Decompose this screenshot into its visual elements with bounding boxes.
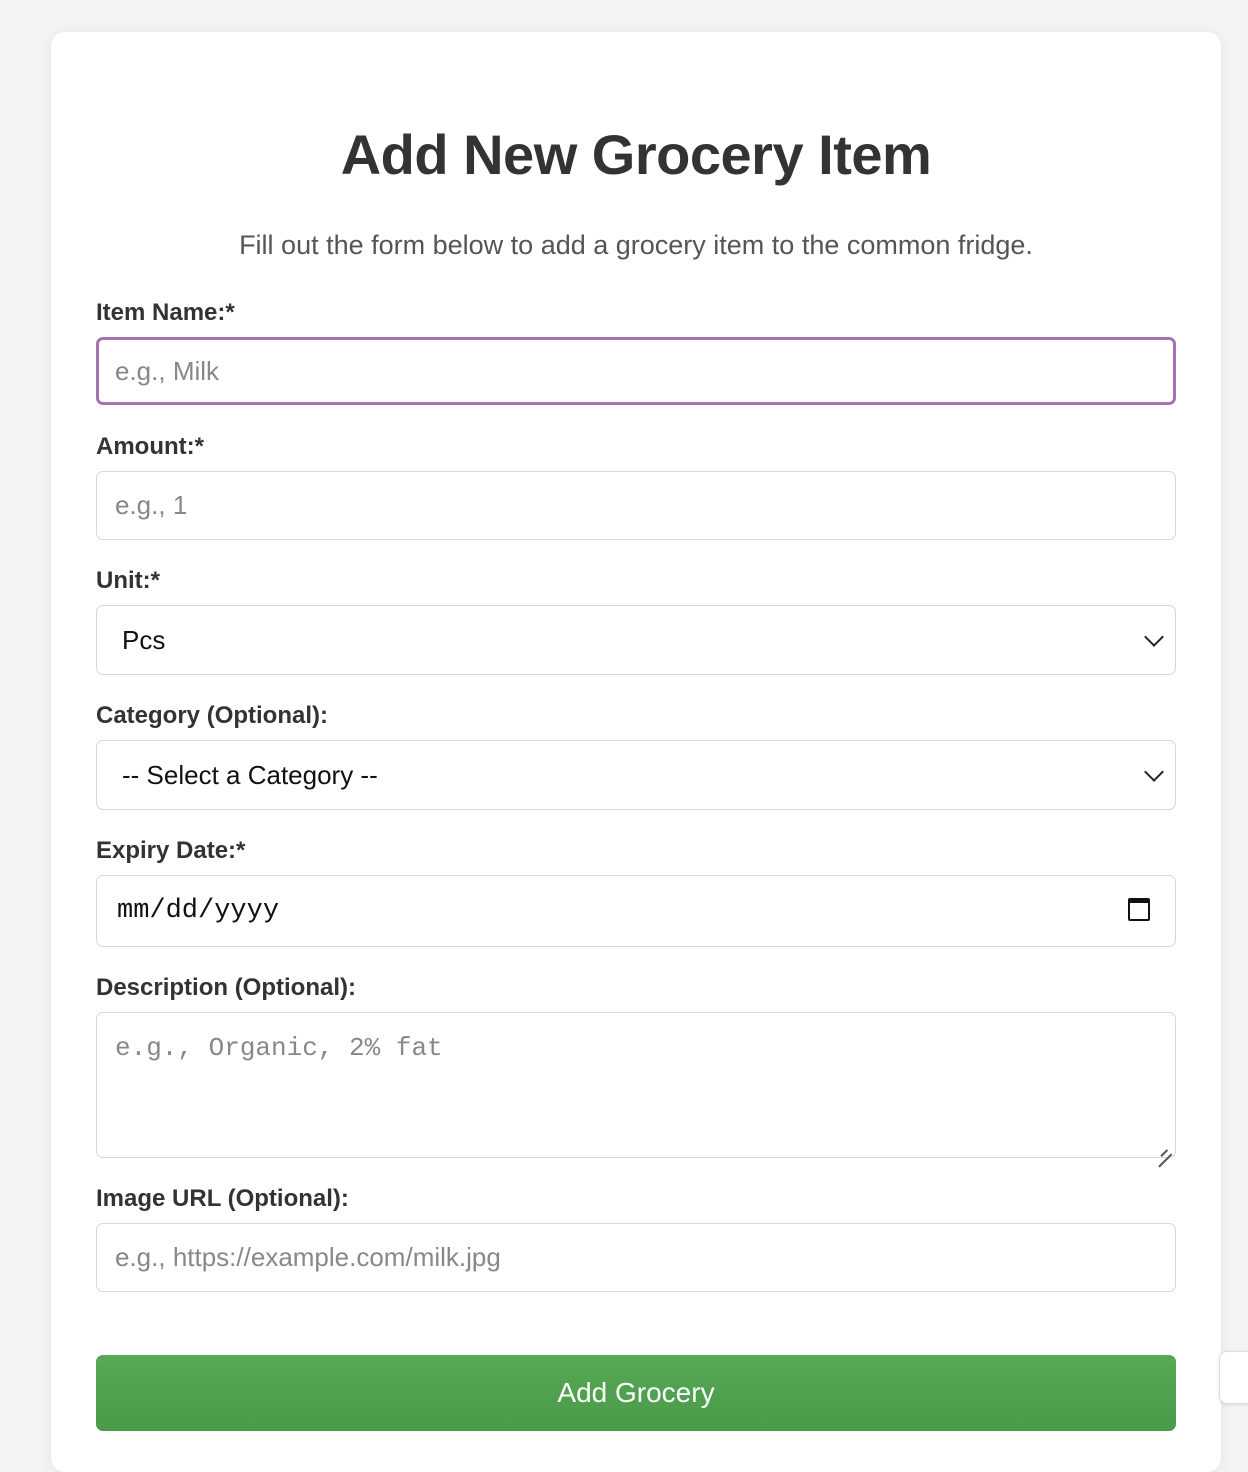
image-url-field: Image URL (Optional): e.g., https://exam… [96,1184,1176,1292]
image-url-input[interactable]: e.g., https://example.com/milk.jpg [96,1223,1176,1292]
category-field: Category (Optional): -- Select a Categor… [96,701,1176,810]
calendar-icon[interactable] [1128,898,1150,921]
category-label: Category (Optional): [96,702,328,729]
expiry-field: Expiry Date:* mm/dd/yyyy [96,836,1176,947]
unit-selected-value: Pcs [122,624,166,655]
resize-handle-icon[interactable] [1158,1140,1172,1154]
amount-input[interactable]: e.g., 1 [96,471,1176,540]
description-field: Description (Optional): e.g., Organic, 2… [96,973,1176,1158]
amount-placeholder: e.g., 1 [115,490,188,520]
description-placeholder: e.g., Organic, 2% fat [115,1033,443,1063]
category-selected-value: -- Select a Category -- [122,759,378,790]
expiry-date-input[interactable]: mm/dd/yyyy [96,875,1176,947]
page-title: Add New Grocery Item [340,123,932,186]
amount-label: Amount:* [96,433,204,460]
unit-field: Unit:* Pcs [96,566,1176,675]
add-grocery-button[interactable]: Add Grocery [96,1355,1176,1431]
amount-field: Amount:* e.g., 1 [96,432,1176,540]
expiry-label: Expiry Date:* [96,837,246,864]
floating-widget[interactable] [1219,1351,1248,1404]
chevron-down-icon [1144,627,1164,647]
expiry-date-value: mm/dd/yyyy [117,896,280,926]
item-name-input[interactable]: e.g., Milk [96,337,1176,405]
unit-label: Unit:* [96,567,160,594]
category-select[interactable]: -- Select a Category -- [96,740,1176,810]
image-url-label: Image URL (Optional): [96,1185,349,1212]
item-name-placeholder: e.g., Milk [115,355,220,386]
description-label: Description (Optional): [96,974,356,1001]
item-name-label: Item Name:* [96,299,235,326]
form-card: Add New Grocery Item Fill out the form b… [51,32,1221,1472]
page-subtitle: Fill out the form below to add a grocery… [239,230,1033,260]
description-textarea[interactable]: e.g., Organic, 2% fat [96,1012,1176,1158]
chevron-down-icon [1144,762,1164,782]
item-name-field: Item Name:* e.g., Milk [96,298,1176,405]
unit-select[interactable]: Pcs [96,605,1176,675]
image-url-placeholder: e.g., https://example.com/milk.jpg [115,1242,501,1272]
